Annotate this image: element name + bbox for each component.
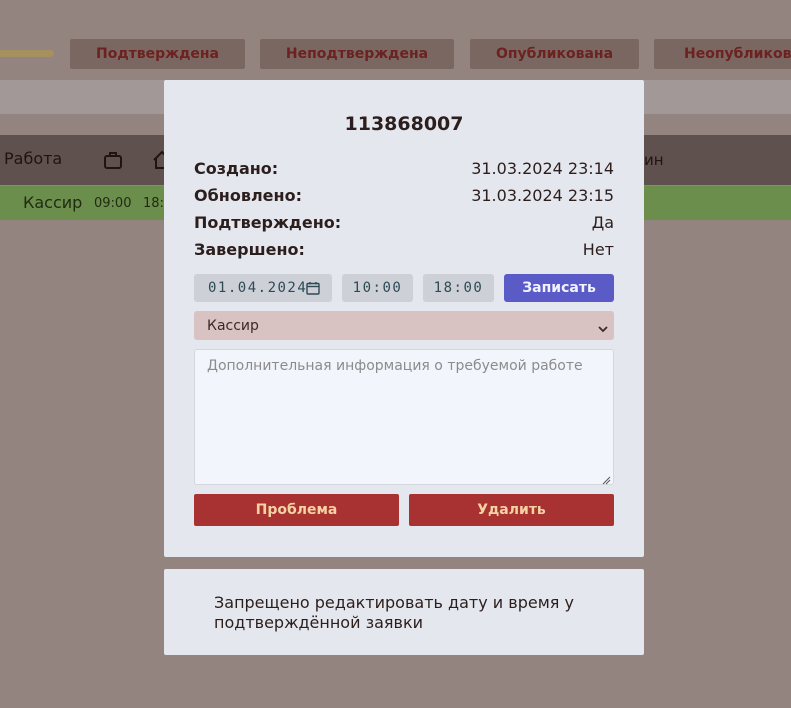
briefcase-icon[interactable] — [101, 148, 125, 172]
request-modal: 113868007 Создано: 31.03.2024 23:14 Обно… — [164, 80, 644, 557]
info-label: Обновлено: — [194, 185, 302, 205]
date-value: 01.04.2024 — [208, 280, 308, 296]
notes-textarea[interactable]: Дополнительная информация о требуемой ра… — [194, 349, 614, 485]
nav-work-label[interactable]: Работа — [4, 149, 62, 168]
role-select-value: Кассир — [207, 317, 259, 334]
info-row-completed: Завершено: Нет — [194, 238, 614, 260]
chevron-down-icon — [598, 321, 608, 333]
filter-unconfirmed-button[interactable]: Неподтверждена — [260, 39, 454, 69]
info-row-updated: Обновлено: 31.03.2024 23:15 — [194, 184, 614, 206]
info-value: 31.03.2024 23:14 — [471, 158, 614, 178]
info-value: 31.03.2024 23:15 — [471, 185, 614, 205]
schedule-row-end: 18: — [143, 196, 164, 211]
notice-panel: Запрещено редактировать дату и время у п… — [164, 569, 644, 655]
info-value: Да — [591, 212, 614, 232]
notes-placeholder: Дополнительная информация о требуемой ра… — [207, 358, 583, 374]
save-button[interactable]: Записать — [504, 274, 614, 302]
info-value: Нет — [582, 239, 614, 259]
problem-button[interactable]: Проблема — [194, 494, 399, 526]
info-row-confirmed: Подтверждено: Да — [194, 211, 614, 233]
role-select[interactable]: Кассир — [194, 311, 614, 340]
filter-unpublished-button[interactable]: Неопубликована — [654, 39, 791, 69]
schedule-row-start: 09:00 — [94, 196, 132, 211]
home-icon[interactable] — [150, 148, 164, 172]
filter-confirmed-button[interactable]: Подтверждена — [70, 39, 245, 69]
info-label: Создано: — [194, 158, 279, 178]
info-label: Подтверждено: — [194, 212, 342, 232]
filter-published-button[interactable]: Опубликована — [470, 39, 639, 69]
modal-title: 113868007 — [344, 113, 464, 135]
background-slider[interactable] — [0, 50, 54, 57]
start-time-input[interactable]: 10:00 — [342, 274, 413, 302]
end-time-value: 18:00 — [433, 280, 484, 296]
nav-right-label[interactable]: ин — [644, 151, 664, 169]
date-input[interactable]: 01.04.2024 — [194, 274, 332, 302]
schedule-row-role: Кассир — [23, 193, 83, 212]
info-row-created: Создано: 31.03.2024 23:14 — [194, 157, 614, 179]
end-time-input[interactable]: 18:00 — [423, 274, 494, 302]
start-time-value: 10:00 — [352, 280, 403, 296]
notice-text: Запрещено редактировать дату и время у п… — [214, 593, 574, 632]
calendar-icon[interactable] — [306, 281, 320, 295]
resize-grip-icon[interactable] — [602, 473, 611, 485]
delete-button[interactable]: Удалить — [409, 494, 614, 526]
info-label: Завершено: — [194, 239, 305, 259]
